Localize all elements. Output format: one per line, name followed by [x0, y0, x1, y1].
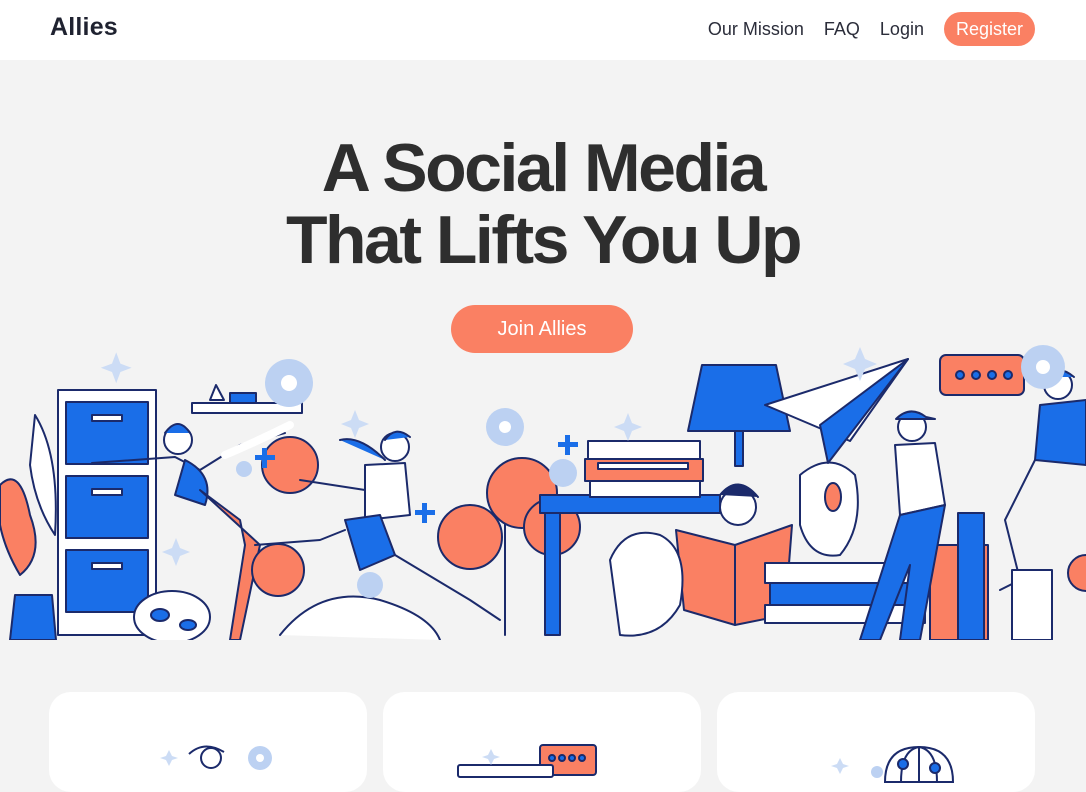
- nav-link-our-mission[interactable]: Our Mission: [708, 12, 804, 46]
- register-button[interactable]: Register: [943, 12, 1035, 46]
- feature-card-2: [383, 692, 701, 792]
- main-nav: Our Mission FAQ Login Register: [708, 12, 1035, 46]
- hero-illustration: [0, 345, 1086, 640]
- hero-title-line-2: That Lifts You Up: [285, 202, 803, 278]
- feature-card-1: [49, 692, 367, 792]
- feature-card-3: [717, 692, 1035, 792]
- join-allies-button[interactable]: Join Allies: [451, 305, 633, 353]
- feature-card-2-illustration: [457, 744, 597, 778]
- feature-card-1-illustration: [160, 745, 272, 770]
- top-navigation-bar: Allies Our Mission FAQ Login Register: [0, 0, 1086, 60]
- feature-card-3-illustration: [831, 745, 955, 783]
- hero-title: A Social Media That Lifts You Up: [0, 132, 1086, 276]
- nav-link-faq[interactable]: FAQ: [824, 12, 860, 46]
- hero-title-line-1: A Social Media: [321, 130, 767, 206]
- site-logo[interactable]: Allies: [50, 13, 118, 42]
- nav-link-login[interactable]: Login: [880, 12, 924, 46]
